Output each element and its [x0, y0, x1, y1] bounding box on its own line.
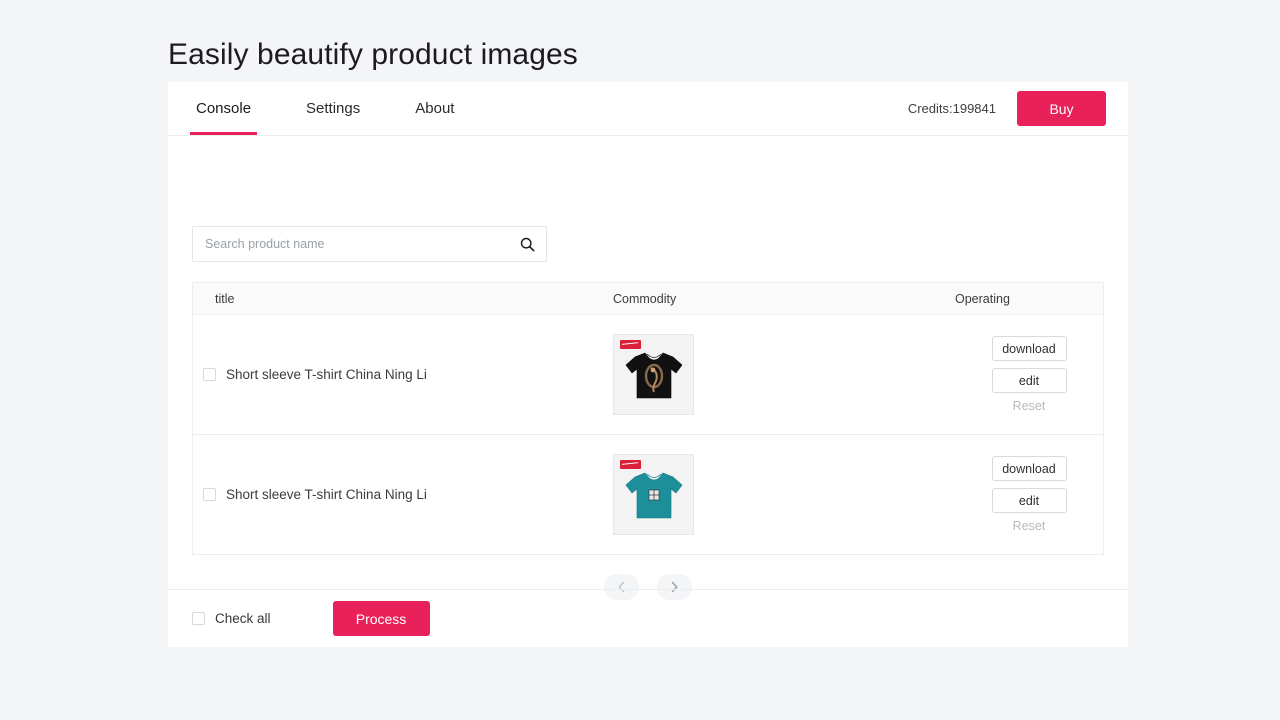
navbar-right: Credits:199841 Buy: [908, 91, 1128, 126]
row-commodity-cell: [613, 454, 955, 535]
search-input[interactable]: [193, 227, 508, 261]
row-title-label: Short sleeve T-shirt China Ning Li: [226, 487, 427, 502]
table-row: Short sleeve T-shirt China Ning Li downl…: [193, 435, 1103, 555]
product-thumbnail[interactable]: [613, 334, 694, 415]
column-header-operating: Operating: [955, 291, 1010, 306]
product-thumbnail[interactable]: [613, 454, 694, 535]
buy-button[interactable]: Buy: [1017, 91, 1106, 126]
tab-console[interactable]: Console: [190, 82, 258, 135]
download-button-label: download: [1002, 461, 1056, 476]
check-all-control[interactable]: Check all: [192, 611, 271, 626]
main-card: Console Settings About Credits:199841 Bu…: [168, 82, 1128, 647]
card-footer: Check all Process: [168, 589, 1128, 647]
search-button[interactable]: [508, 227, 546, 261]
reset-link[interactable]: Reset: [1013, 519, 1046, 533]
edit-button-label: edit: [1018, 493, 1040, 508]
search-bar: [192, 226, 547, 262]
column-header-title: title: [215, 291, 235, 306]
row-title-label: Short sleeve T-shirt China Ning Li: [226, 367, 427, 382]
tab-about[interactable]: About: [409, 82, 460, 135]
row-commodity-cell: [613, 334, 955, 415]
edit-button[interactable]: edit: [991, 488, 1067, 513]
search-icon: [520, 237, 534, 251]
buy-button-label: Buy: [1049, 100, 1074, 117]
page-title: Easily beautify product images: [168, 38, 578, 71]
tab-console-label: Console: [196, 100, 252, 117]
edit-button[interactable]: edit: [991, 368, 1067, 393]
row-title-cell: Short sleeve T-shirt China Ning Li: [193, 487, 613, 502]
row-operating-cell: download edit Reset: [955, 456, 1103, 533]
credits-display: Credits:199841: [907, 101, 996, 116]
tab-settings-label: Settings: [306, 100, 361, 117]
products-table: title Commodity Operating Short sleeve T…: [192, 282, 1104, 555]
row-title-cell: Short sleeve T-shirt China Ning Li: [193, 367, 613, 382]
tshirt-image-teal: [625, 472, 682, 519]
row-checkbox[interactable]: [203, 368, 216, 381]
row-operating-cell: download edit Reset: [955, 336, 1103, 413]
reset-link[interactable]: Reset: [1013, 399, 1046, 413]
navbar: Console Settings About Credits:199841 Bu…: [168, 82, 1128, 136]
process-button-label: Process: [355, 610, 407, 627]
edit-button-label: edit: [1018, 373, 1040, 388]
row-checkbox[interactable]: [203, 488, 216, 501]
check-all-label: Check all: [215, 611, 271, 626]
column-header-commodity: Commodity: [613, 291, 677, 306]
table-header-row: title Commodity Operating: [193, 283, 1103, 315]
check-all-checkbox[interactable]: [192, 612, 205, 625]
table-row: Short sleeve T-shirt China Ning Li downl…: [193, 315, 1103, 435]
tab-list: Console Settings About: [190, 82, 503, 135]
tab-settings[interactable]: Settings: [300, 82, 366, 135]
tshirt-image-black: [625, 352, 682, 399]
download-button[interactable]: download: [991, 336, 1067, 361]
process-button[interactable]: Process: [332, 601, 430, 636]
download-button-label: download: [1002, 341, 1056, 356]
tab-about-label: About: [415, 100, 455, 117]
card-body: title Commodity Operating Short sleeve T…: [168, 136, 1128, 600]
download-button[interactable]: download: [991, 456, 1067, 481]
